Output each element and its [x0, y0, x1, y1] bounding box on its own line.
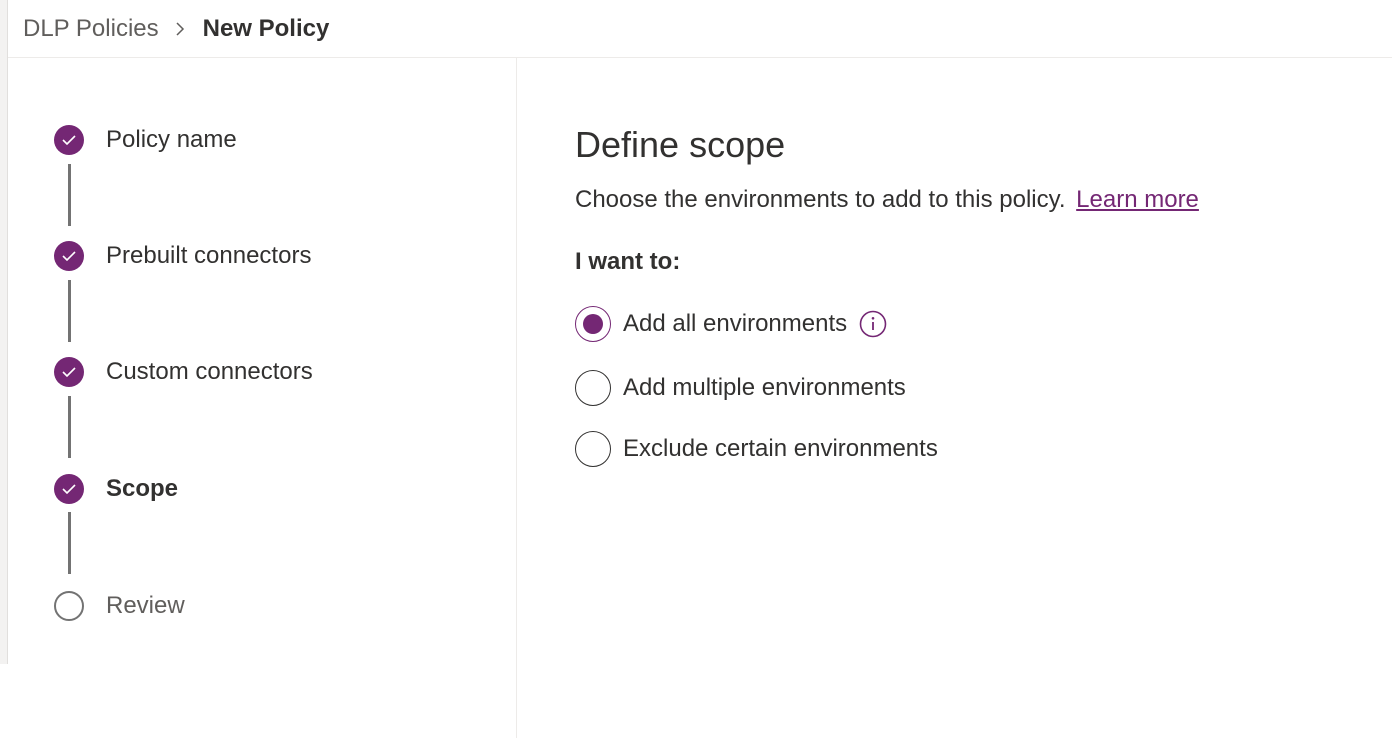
radio-label: Add multiple environments: [623, 374, 906, 401]
chevron-right-icon: [175, 21, 185, 37]
wizard-steps-nav: Policy name Prebuilt connectors Custom c…: [8, 58, 517, 738]
radio-button[interactable]: [575, 306, 611, 342]
radio-button[interactable]: [575, 370, 611, 406]
step-scope[interactable]: Scope: [54, 473, 178, 505]
option-exclude-certain-environments[interactable]: Exclude certain environments: [575, 431, 938, 467]
options-prompt: I want to:: [575, 248, 681, 275]
page-title: Define scope: [575, 124, 786, 165]
step-policy-name[interactable]: Policy name: [54, 124, 237, 156]
step-review[interactable]: Review: [54, 590, 185, 622]
main-content: Define scope Choose the environments to …: [575, 58, 1392, 738]
left-edge-strip: [0, 0, 8, 664]
radio-label: Exclude certain environments: [623, 435, 938, 462]
description: Choose the environments to add to this p…: [575, 186, 1199, 214]
option-add-multiple-environments[interactable]: Add multiple environments: [575, 370, 906, 406]
info-icon[interactable]: [859, 310, 887, 338]
step-custom-connectors[interactable]: Custom connectors: [54, 356, 313, 388]
step-label: Scope: [106, 475, 179, 502]
description-text: Choose the environments to add to this p…: [575, 186, 1066, 213]
breadcrumb-dlp-policies[interactable]: DLP Policies: [23, 15, 159, 43]
step-label: Custom connectors: [106, 358, 313, 385]
checkmark-icon: [54, 357, 84, 387]
breadcrumb-new-policy: New Policy: [202, 14, 330, 42]
learn-more-link[interactable]: Learn more: [1076, 186, 1199, 213]
step-connector: [68, 164, 71, 226]
step-connector: [68, 512, 71, 574]
step-label: Review: [106, 592, 185, 619]
step-connector: [68, 396, 71, 458]
checkmark-icon: [54, 125, 84, 155]
empty-circle-icon: [54, 591, 84, 621]
radio-label: Add all environments: [623, 310, 848, 337]
checkmark-icon: [54, 241, 84, 271]
option-add-all-environments[interactable]: Add all environments: [575, 306, 887, 342]
step-label: Prebuilt connectors: [106, 242, 312, 269]
radio-button[interactable]: [575, 431, 611, 467]
step-prebuilt-connectors[interactable]: Prebuilt connectors: [54, 240, 311, 272]
header: DLP Policies New Policy: [8, 0, 1392, 58]
step-label: Policy name: [106, 126, 237, 153]
radio-selected-dot: [583, 314, 603, 334]
checkmark-icon: [54, 474, 84, 504]
step-connector: [68, 280, 71, 342]
